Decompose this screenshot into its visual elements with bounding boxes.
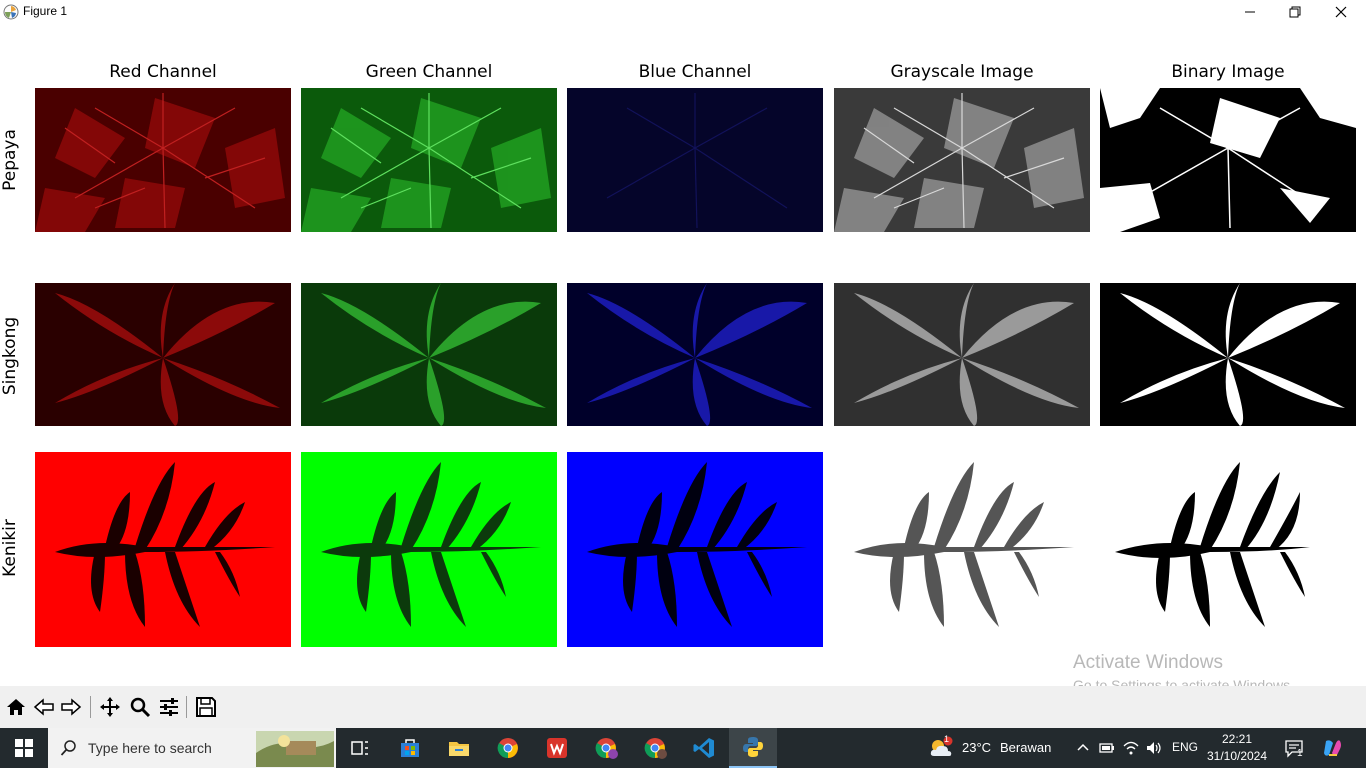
copilot-icon[interactable] xyxy=(1322,737,1344,759)
weather-description[interactable]: Berawan xyxy=(1000,740,1051,755)
image-pepaya-binary xyxy=(1100,88,1356,232)
image-singkong-red xyxy=(35,283,291,426)
title-bar: Figure 1 xyxy=(0,0,1366,26)
save-icon xyxy=(196,697,216,717)
zoom-button[interactable] xyxy=(128,695,152,719)
weather-badge: 1 xyxy=(944,734,950,744)
figure-canvas[interactable]: Red Channel Green Channel Blue Channel G… xyxy=(0,26,1366,693)
chrome-profile-icon xyxy=(644,738,667,759)
minimize-button[interactable] xyxy=(1227,0,1273,24)
clock[interactable]: 22:21 31/10/2024 xyxy=(1202,731,1272,765)
column-title-binary: Binary Image xyxy=(1171,62,1285,82)
language-indicator[interactable]: ENG xyxy=(1172,740,1198,754)
restore-icon xyxy=(1289,6,1301,18)
taskbar-search[interactable]: Type here to search xyxy=(48,728,336,768)
navigation-toolbar xyxy=(0,686,1366,728)
search-icon xyxy=(60,740,76,756)
image-singkong-binary xyxy=(1100,283,1356,426)
image-pepaya-green xyxy=(301,88,557,232)
python-icon xyxy=(743,737,763,757)
image-singkong-blue xyxy=(567,283,823,426)
show-hidden-icons-icon[interactable] xyxy=(1074,739,1092,757)
column-title-blue: Blue Channel xyxy=(638,62,752,82)
close-icon xyxy=(1335,6,1347,18)
forward-icon xyxy=(61,698,82,716)
clock-time: 22:21 xyxy=(1221,732,1253,746)
taskbar-app-store[interactable] xyxy=(386,728,434,768)
taskbar-app-explorer[interactable] xyxy=(435,728,483,768)
image-kenikir-binary xyxy=(1100,452,1356,647)
image-singkong-green xyxy=(301,283,557,426)
vscode-icon xyxy=(693,738,714,758)
taskbar: Type here to search 1 23°C Berawan ENG 2… xyxy=(0,728,1366,768)
save-button[interactable] xyxy=(194,695,218,719)
battery-icon[interactable] xyxy=(1098,739,1116,757)
notification-count: 1 xyxy=(1297,748,1303,759)
row-label-pepaya: Pepaya xyxy=(0,129,20,191)
image-kenikir-grayscale xyxy=(834,452,1090,647)
row-label-singkong: Singkong xyxy=(0,316,20,396)
home-button[interactable] xyxy=(4,695,28,719)
home-icon xyxy=(7,699,25,715)
back-button[interactable] xyxy=(32,695,56,719)
close-button[interactable] xyxy=(1318,0,1364,24)
task-view-button[interactable] xyxy=(336,728,384,768)
weather-temperature[interactable]: 23°C xyxy=(962,740,991,755)
taskbar-app-chrome-profile-2[interactable] xyxy=(631,728,679,768)
volume-icon[interactable] xyxy=(1145,739,1163,757)
taskbar-app-vscode[interactable] xyxy=(680,728,728,768)
image-pepaya-blue xyxy=(567,88,823,232)
row-label-kenikir: Kenikir xyxy=(0,519,20,577)
taskbar-app-chrome-profile-1[interactable] xyxy=(582,728,630,768)
window-title: Figure 1 xyxy=(23,4,68,18)
start-button[interactable] xyxy=(0,728,48,768)
minimize-icon xyxy=(1245,11,1255,13)
taskbar-app-chrome[interactable] xyxy=(484,728,532,768)
image-kenikir-red xyxy=(35,452,291,647)
forward-button[interactable] xyxy=(59,695,83,719)
image-pepaya-grayscale xyxy=(834,88,1090,232)
image-kenikir-green xyxy=(301,452,557,647)
column-title-grayscale: Grayscale Image xyxy=(890,62,1034,82)
clock-date: 31/10/2024 xyxy=(1206,749,1268,763)
image-pepaya-red xyxy=(35,88,291,232)
image-singkong-grayscale xyxy=(834,283,1090,426)
taskbar-app-wps[interactable] xyxy=(533,728,581,768)
column-title-red: Red Channel xyxy=(109,62,217,82)
restore-button[interactable] xyxy=(1272,0,1318,24)
toolbar-separator xyxy=(90,696,91,718)
task-view-icon xyxy=(351,741,368,755)
search-placeholder: Type here to search xyxy=(88,740,212,756)
image-kenikir-blue xyxy=(567,452,823,647)
file-explorer-icon xyxy=(449,742,469,756)
taskbar-app-python[interactable] xyxy=(729,728,777,768)
microsoft-store-icon xyxy=(401,739,419,757)
wifi-icon[interactable] xyxy=(1122,739,1140,757)
search-highlight-image xyxy=(256,731,334,767)
pan-button[interactable] xyxy=(98,695,122,719)
back-icon xyxy=(33,698,54,716)
zoom-icon xyxy=(130,697,151,718)
activate-windows-title: Activate Windows xyxy=(1073,652,1223,673)
wps-office-icon xyxy=(547,738,567,758)
configure-subplots-button[interactable] xyxy=(157,695,181,719)
chrome-profile-icon xyxy=(595,738,618,759)
windows-logo-icon xyxy=(15,739,33,757)
configure-subplots-icon xyxy=(160,698,178,716)
matplotlib-app-icon xyxy=(3,4,19,20)
pan-icon xyxy=(100,697,120,717)
chrome-icon xyxy=(497,738,518,759)
column-title-green: Green Channel xyxy=(365,62,493,82)
toolbar-separator xyxy=(186,696,187,718)
